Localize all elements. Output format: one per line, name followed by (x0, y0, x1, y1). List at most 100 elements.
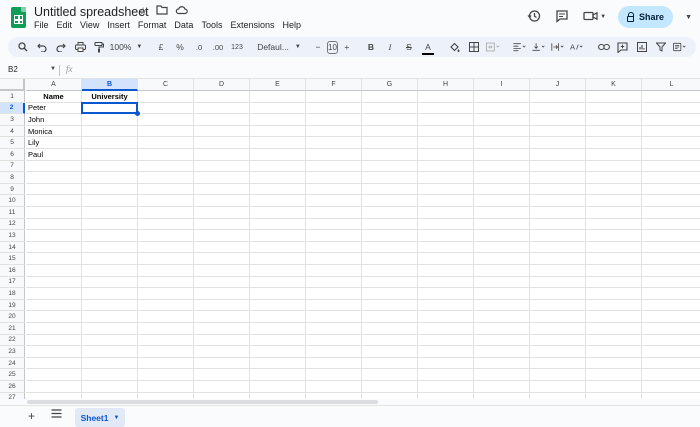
cell-f9[interactable] (306, 183, 362, 196)
cell-h14[interactable] (418, 241, 474, 254)
cell-l17[interactable] (642, 277, 700, 289)
row-header-13[interactable]: 13 (0, 230, 25, 242)
cell-j16[interactable] (530, 265, 586, 277)
row-header-25[interactable]: 25 (0, 369, 25, 381)
cell-c7[interactable] (138, 160, 194, 173)
cell-l2[interactable] (642, 103, 700, 115)
horizontal-scrollbar[interactable] (27, 400, 378, 404)
cell-i14[interactable] (474, 241, 530, 254)
row-header-7[interactable]: 7 (0, 160, 25, 173)
increase-decimal-button[interactable]: .00 (211, 39, 225, 55)
cell-f16[interactable] (306, 265, 362, 277)
share-options-chevron-icon[interactable]: ▼ (685, 14, 692, 21)
cell-h23[interactable] (418, 346, 474, 358)
cell-c23[interactable] (138, 346, 194, 358)
cell-i22[interactable] (474, 334, 530, 347)
cell-c4[interactable] (138, 125, 194, 138)
cell-f2[interactable] (306, 102, 362, 115)
cell-l8[interactable] (642, 172, 700, 184)
cell-j12[interactable] (530, 218, 586, 231)
cell-c5[interactable] (138, 137, 194, 149)
add-sheet-button[interactable]: + (28, 409, 35, 423)
row-header-18[interactable]: 18 (0, 288, 25, 300)
cell-d18[interactable] (194, 288, 250, 300)
cell-b24[interactable] (82, 357, 138, 370)
cell-f3[interactable] (306, 114, 362, 126)
cell-k5[interactable] (586, 137, 642, 149)
row-header-21[interactable]: 21 (0, 323, 25, 335)
cell-g25[interactable] (362, 369, 418, 381)
cell-e22[interactable] (250, 334, 306, 347)
row-header-16[interactable]: 16 (0, 265, 25, 277)
cell-a26[interactable] (26, 381, 82, 393)
cell-g6[interactable] (362, 149, 418, 161)
cell-e11[interactable] (250, 207, 306, 219)
cell-f18[interactable] (306, 288, 362, 300)
spreadsheet-grid[interactable]: A B C D E F G H I J K L 1 Name University 2 Peter 3 John 4 M… (0, 79, 700, 399)
cell-k9[interactable] (586, 183, 642, 196)
cell-b4[interactable] (82, 125, 138, 138)
column-header-e[interactable]: E (250, 79, 306, 91)
cell-c10[interactable] (138, 195, 194, 207)
cell-e14[interactable] (250, 241, 306, 254)
cell-b27[interactable] (82, 392, 138, 399)
cell-a3[interactable]: John (26, 114, 82, 126)
cell-j26[interactable] (530, 381, 586, 393)
cell-f23[interactable] (306, 346, 362, 358)
cell-e12[interactable] (250, 218, 306, 231)
filter-icon[interactable] (654, 39, 668, 55)
menu-data[interactable]: Data (174, 20, 193, 30)
cell-f10[interactable] (306, 195, 362, 207)
cell-b22[interactable] (82, 334, 138, 347)
cell-j10[interactable] (530, 195, 586, 207)
cell-c17[interactable] (138, 276, 194, 289)
chevron-down-icon[interactable]: ▼ (113, 415, 119, 421)
cell-i26[interactable] (474, 381, 530, 393)
cell-i25[interactable] (474, 369, 530, 381)
cell-i6[interactable] (474, 149, 530, 161)
cell-e27[interactable] (250, 392, 306, 399)
cell-h21[interactable] (418, 323, 474, 335)
cell-c19[interactable] (138, 299, 194, 312)
cell-g14[interactable] (362, 241, 418, 254)
cell-g5[interactable] (362, 137, 418, 149)
cell-b20[interactable] (82, 311, 138, 323)
row-header-20[interactable]: 20 (0, 311, 25, 323)
column-header-c[interactable]: C (138, 79, 194, 91)
cell-k21[interactable] (586, 323, 642, 335)
row-header-10[interactable]: 10 (0, 195, 25, 207)
italic-button[interactable]: I (383, 39, 397, 55)
cell-c1[interactable] (138, 91, 194, 103)
cell-c26[interactable] (138, 381, 194, 393)
cell-l14[interactable] (642, 242, 700, 254)
cell-i1[interactable] (474, 91, 530, 103)
cell-l15[interactable] (642, 253, 700, 265)
cell-j15[interactable] (530, 253, 586, 265)
cell-b14[interactable] (82, 241, 138, 254)
cell-f7[interactable] (306, 160, 362, 173)
cell-l12[interactable] (642, 219, 700, 231)
cell-f5[interactable] (306, 137, 362, 149)
cell-h12[interactable] (418, 218, 474, 231)
cell-l25[interactable] (642, 369, 700, 381)
cell-g7[interactable] (362, 160, 418, 173)
insert-comment-icon[interactable] (616, 39, 630, 55)
cell-b1[interactable]: University (82, 91, 138, 103)
cell-h25[interactable] (418, 369, 474, 381)
star-icon[interactable]: ☆ (136, 5, 150, 18)
cell-l4[interactable] (642, 126, 700, 138)
cell-a10[interactable] (26, 195, 82, 207)
cell-a8[interactable] (26, 172, 82, 184)
cell-f8[interactable] (306, 172, 362, 184)
cell-d23[interactable] (194, 346, 250, 358)
cell-k25[interactable] (586, 369, 642, 381)
cell-g13[interactable] (362, 230, 418, 242)
menu-view[interactable]: View (80, 20, 99, 30)
cell-g8[interactable] (362, 172, 418, 184)
cell-d10[interactable] (194, 195, 250, 207)
cell-b9[interactable] (82, 183, 138, 196)
move-folder-icon[interactable] (155, 5, 169, 18)
cloud-status-icon[interactable] (174, 5, 188, 18)
cell-c8[interactable] (138, 172, 194, 184)
cell-b3[interactable] (82, 114, 138, 126)
